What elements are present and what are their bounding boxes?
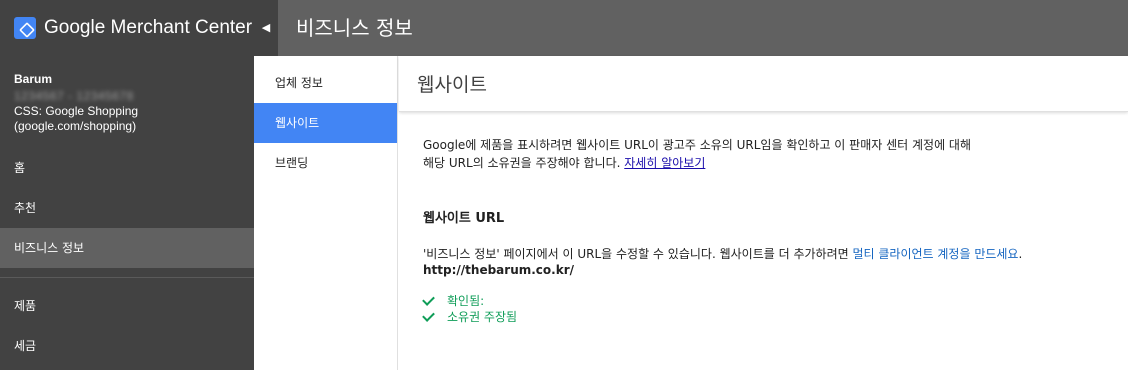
nav-divider xyxy=(0,277,254,278)
create-mca-link[interactable]: 멀티 클라이언트 계정을 만드세요 xyxy=(852,247,1018,261)
css-line: CSS: Google Shopping xyxy=(14,104,139,118)
merchant-center-logo-icon xyxy=(14,17,36,39)
check-icon xyxy=(423,294,437,306)
css-domain: (google.com/shopping) xyxy=(14,119,137,133)
status-label: 소유권 주장됨 xyxy=(447,309,518,324)
account-id-redacted: 1234567 - 12345678 xyxy=(14,89,134,103)
content: Google에 제품을 표시하려면 웹사이트 URL이 광고주 소유의 URL임… xyxy=(399,112,1128,324)
status-claimed: 소유권 주장됨 xyxy=(423,308,1128,324)
nav-item-recommendations[interactable]: 추천 xyxy=(0,188,254,228)
edit-note-end: . xyxy=(1018,247,1023,261)
top-bar: Google Merchant Center ◀ 비즈니스 정보 xyxy=(0,0,1128,56)
edit-note-text: '비즈니스 정보' 페이지에서 이 URL을 수정할 수 있습니다. 웹사이트를… xyxy=(423,247,853,261)
learn-more-link[interactable]: 자세히 알아보기 xyxy=(624,156,705,170)
check-icon xyxy=(423,310,437,322)
left-nav: Barum 1234567 - 12345678 CSS: Google Sho… xyxy=(0,56,254,370)
description-line2: 해당 URL의 소유권을 주장해야 합니다. xyxy=(423,156,625,170)
page-title: 비즈니스 정보 xyxy=(296,16,413,40)
description: Google에 제품을 표시하려면 웹사이트 URL이 광고주 소유의 URL임… xyxy=(423,136,1063,172)
nav-item-home[interactable]: 홈 xyxy=(0,148,254,188)
status-label: 확인됨: xyxy=(447,293,485,308)
edit-note: '비즈니스 정보' 페이지에서 이 URL을 수정할 수 있습니다. 웹사이트를… xyxy=(423,246,1128,262)
collapse-nav-icon[interactable]: ◀ xyxy=(259,18,273,36)
website-url-heading: 웹사이트 URL xyxy=(423,211,505,226)
website-url: http://thebarum.co.kr/ xyxy=(423,263,574,277)
section-header: 웹사이트 xyxy=(399,56,1128,112)
nav-item-tax[interactable]: 세금 xyxy=(0,326,254,366)
account-info[interactable]: Barum 1234567 - 12345678 CSS: Google Sho… xyxy=(0,56,254,148)
subnav-item-website[interactable]: 웹사이트 xyxy=(254,103,397,143)
description-line1: Google에 제품을 표시하려면 웹사이트 URL이 광고주 소유의 URL임… xyxy=(423,138,972,152)
subnav-item-business-details[interactable]: 업체 정보 xyxy=(254,63,397,103)
nav-item-business-info[interactable]: 비즈니스 정보 xyxy=(0,228,254,268)
nav-item-products[interactable]: 제품 xyxy=(0,286,254,326)
account-name: Barum xyxy=(14,72,53,86)
status-verified: 확인됨: xyxy=(423,292,1128,308)
sub-nav: 업체 정보 웹사이트 브랜딩 xyxy=(254,56,398,370)
brand[interactable]: Google Merchant Center xyxy=(0,0,278,56)
status-list: 확인됨: 소유권 주장됨 xyxy=(423,292,1128,324)
main-panel: 웹사이트 Google에 제품을 표시하려면 웹사이트 URL이 광고주 소유의… xyxy=(399,56,1128,370)
app-name: Google Merchant Center xyxy=(44,17,253,38)
subnav-item-branding[interactable]: 브랜딩 xyxy=(254,143,397,183)
